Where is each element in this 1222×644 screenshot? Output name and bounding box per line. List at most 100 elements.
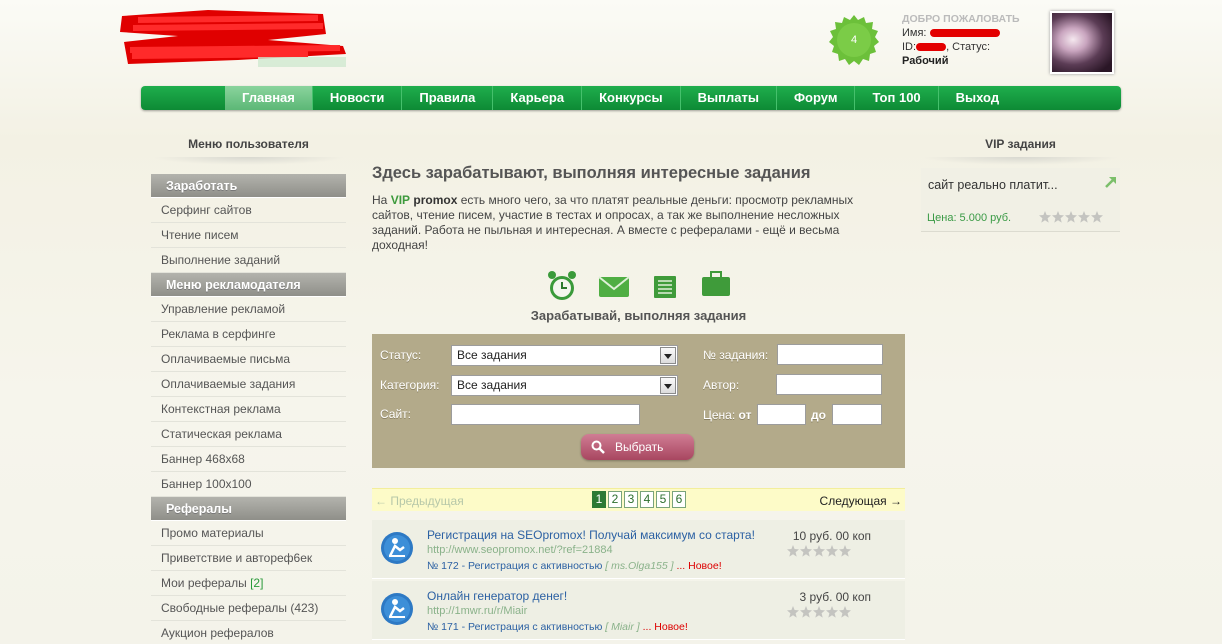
menu-item-read-mail[interactable]: Чтение писем [151,223,346,248]
menu-section-earn[interactable]: Заработать [151,174,346,198]
rating-stars [1039,211,1103,223]
price-label-text: Цена: [703,408,736,422]
task-row: Регистрация на SEOpromox! Получай максим… [372,520,905,579]
category-filter-label: Категория: [380,378,440,392]
task-meta: № 172 - Регистрация с активностью [ ms.O… [427,560,722,572]
menu-item-do-tasks[interactable]: Выполнение заданий [151,248,346,273]
nav-rules[interactable]: Правила [402,86,494,110]
next-page-link[interactable]: Следующая → [820,494,902,508]
left-menu: Заработать Серфинг сайтов Чтение писем В… [151,174,346,644]
pagination: ← Предыдущая 1 2 3 4 5 6 Следующая → [372,488,905,511]
menu-item-promo[interactable]: Промо материалы [151,521,346,546]
status-select[interactable]: Все задания [451,345,678,366]
star-icon [826,606,838,618]
star-icon [787,606,799,618]
intro-prefix: На [372,193,391,207]
page-4[interactable]: 4 [640,491,654,508]
task-author[interactable]: [ ms.Olga155 ] [605,560,673,572]
prev-page-link[interactable]: ← Предыдущая [375,494,464,508]
rating-badge-value: 4 [850,34,858,46]
nav-payouts[interactable]: Выплаты [681,86,777,110]
star-icon [1078,211,1090,223]
star-icon [1065,211,1077,223]
page-1[interactable]: 1 [592,491,606,508]
menu-item-surfing[interactable]: Серфинг сайтов [151,198,346,223]
menu-item-greeting[interactable]: Приветствие и автореф6ек [151,546,346,571]
task-number-label: № задания: [703,348,769,362]
main-nav: Главная Новости Правила Карьера Конкурсы… [141,86,1121,110]
nav-news[interactable]: Новости [313,86,403,110]
vip-task-card[interactable]: сайт реально платит... Цена: 5.000 руб. [921,168,1120,232]
page-6[interactable]: 6 [672,491,686,508]
welcome-title: ДОБРО ПОЖАЛОВАТЬ [902,13,1020,25]
menu-item-my-referrals[interactable]: Мои рефералы [2] [151,571,346,596]
star-icon [813,545,825,557]
site-logo[interactable] [118,6,350,70]
page-numbers: 1 2 3 4 5 6 [592,491,686,508]
chevron-down-icon[interactable] [660,377,676,394]
status-select-value: Все задания [457,348,527,362]
price-to-label: до [811,408,826,422]
redacted-name [929,29,1000,38]
page-5[interactable]: 5 [656,491,670,508]
earn-icons [548,271,730,300]
nav-top100[interactable]: Топ 100 [855,86,939,110]
menu-item-banner-468[interactable]: Баннер 468x68 [151,447,346,472]
task-meta: № 171 - Регистрация с активностью [ Miai… [427,621,688,633]
intro-vip: VIP [390,193,411,207]
author-input[interactable] [776,374,882,395]
search-icon [591,440,605,454]
menu-item-free-referrals[interactable]: Свободные рефералы (423) [151,596,346,621]
task-author[interactable]: [ Miair ] [605,621,639,633]
price-to-input[interactable] [832,404,882,425]
submit-filter-button[interactable]: Выбрать [581,434,694,460]
menu-section-advertiser[interactable]: Меню рекламодателя [151,273,346,297]
nav-forum[interactable]: Форум [777,86,856,110]
status-value: Рабочий [902,55,949,67]
menu-item-context-ads[interactable]: Контекстная реклама [151,397,346,422]
intro-text: На VIP promox есть много чего, за что пл… [372,193,882,253]
star-icon [1091,211,1103,223]
briefcase-icon [702,271,730,296]
task-filter-panel: Статус: Все задания Категория: Все задан… [372,334,905,468]
star-icon [1052,211,1064,223]
menu-item-static-ads[interactable]: Статическая реклама [151,422,346,447]
page-2[interactable]: 2 [608,491,622,508]
task-row: Онлайн генератор денег! http://1mwr.ru/r… [372,581,905,640]
task-title[interactable]: Онлайн генератор денег! [427,589,567,603]
task-number-input[interactable] [777,344,883,365]
price-from-input[interactable] [757,404,806,425]
site-input[interactable] [451,404,640,425]
menu-item-banner-100[interactable]: Баннер 100x100 [151,472,346,497]
vip-task-title[interactable]: сайт реально платит... [928,178,1058,192]
task-title[interactable]: Регистрация на SEOpromox! Получай максим… [427,528,755,542]
task-category: № 171 - Регистрация с активностью [427,621,603,633]
price-label: Цена: от [703,408,751,422]
nav-contests[interactable]: Конкурсы [582,86,681,110]
menu-item-referral-auction[interactable]: Аукцион рефералов [151,621,346,644]
chevron-down-icon[interactable] [660,347,676,364]
task-new-badge: ... Новое! [676,560,722,572]
star-icon [787,545,799,557]
menu-item-paid-mail[interactable]: Оплачиваемые письма [151,347,346,372]
nav-logout[interactable]: Выход [939,86,1016,110]
nav-home[interactable]: Главная [225,86,313,110]
page-3[interactable]: 3 [624,491,638,508]
menu-item-manage-ads[interactable]: Управление рекламой [151,297,346,322]
nav-career[interactable]: Карьера [493,86,583,110]
menu-item-paid-tasks[interactable]: Оплачиваемые задания [151,372,346,397]
earn-subtitle: Зарабатывай, выполняя задания [530,308,747,323]
rating-stars [787,606,851,618]
user-avatar[interactable] [1050,11,1114,74]
category-select[interactable]: Все задания [451,375,678,396]
worker-icon [381,532,413,564]
task-url: http://www.seopromox.net/?ref=21884 [427,544,613,556]
site-filter-label: Сайт: [380,407,412,421]
menu-section-referrals[interactable]: Рефералы [151,497,346,521]
user-menu-heading-block: Меню пользователя [151,137,346,165]
menu-item-surf-ads[interactable]: Реклама в серфинге [151,322,346,347]
heading-divider [921,157,1120,165]
external-link-arrow-icon[interactable] [1105,176,1117,188]
status-label: , Статус: [946,41,991,53]
intro-promox: promox [413,193,458,207]
